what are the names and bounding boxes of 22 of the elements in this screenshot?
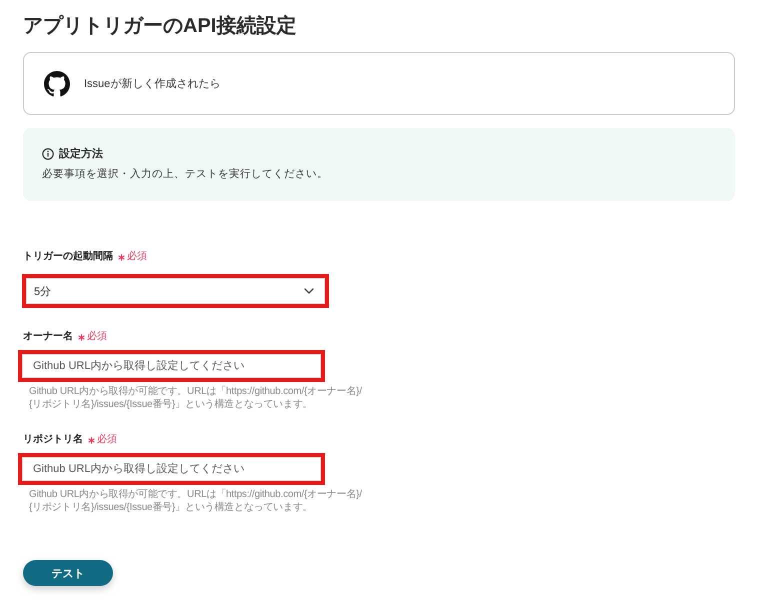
info-text: 必要事項を選択・入力の上、テストを実行してください。 — [42, 167, 328, 181]
test-button[interactable]: テスト — [23, 560, 113, 586]
interval-select[interactable]: 5分 — [26, 278, 325, 304]
input-field[interactable]: Github URL内から取得し設定してください — [22, 457, 321, 481]
field-label: リポジトリ名 — [23, 433, 83, 447]
trigger-name: Issueが新しく作成されたら — [84, 76, 220, 91]
asterisk-icon — [118, 254, 125, 260]
app-logo-icon — [44, 70, 70, 96]
info-icon — [42, 148, 54, 160]
chevron-down-icon — [304, 288, 314, 294]
required-label: 必須 — [97, 433, 117, 447]
input-field[interactable]: Github URL内から取得し設定してください — [22, 354, 321, 378]
help-text: Github URL内から取得が可能です。URLは「https://github.com/{オーナー名}/{リポジトリ名}/issues/{Issue番号}」という構造となっています。 — [29, 488, 363, 514]
asterisk-icon — [88, 436, 95, 444]
field-label: オーナー名 — [23, 330, 73, 344]
help-text: Github URL内から取得が可能です。URLは「https://github.com/{オーナー名}/{リポジトリ名}/issues/{Issue番号}」という構造となっています。 — [29, 385, 363, 411]
required-label: 必須 — [87, 330, 107, 344]
required-label: 必須 — [127, 250, 147, 264]
asterisk-icon — [78, 334, 85, 340]
page-title: アプリトリガーのAPI接続設定 — [23, 14, 296, 39]
info-heading: 設定方法 — [59, 147, 103, 161]
field-label: トリガーの起動間隔 — [23, 250, 113, 264]
